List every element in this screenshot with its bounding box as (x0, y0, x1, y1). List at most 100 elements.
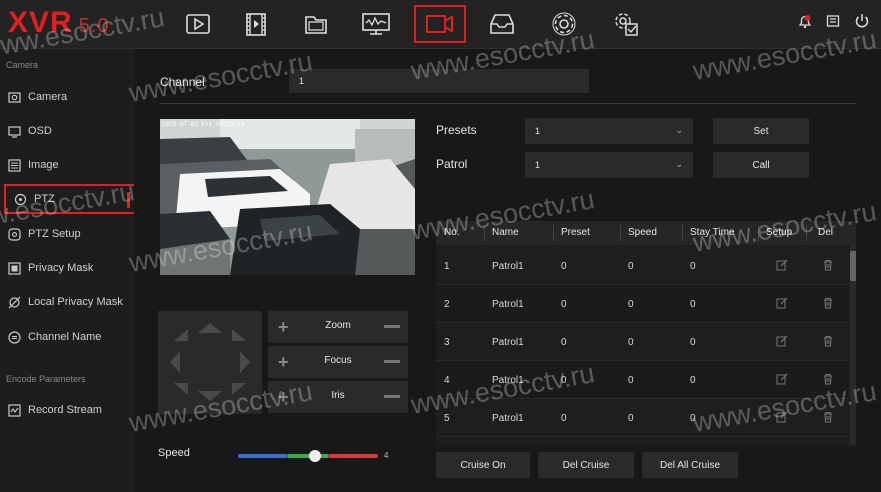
message-icon[interactable] (825, 13, 841, 34)
sidebar-item-label: OSD (28, 125, 52, 137)
table-row[interactable]: 2 Patrol1 0 0 0 (436, 285, 848, 323)
iris-close-button[interactable] (384, 395, 400, 398)
delete-icon[interactable] (822, 335, 834, 350)
focus-out-button[interactable] (384, 360, 400, 363)
column-separator (758, 225, 759, 241)
alarm-bell-icon[interactable] (797, 13, 813, 34)
call-button[interactable]: Call (713, 152, 809, 178)
system-icon[interactable] (604, 6, 648, 42)
cell-preset: 0 (561, 413, 567, 424)
sidebar-item-image[interactable]: Image (0, 150, 134, 180)
playback-icon[interactable] (176, 6, 220, 42)
column-separator (620, 225, 621, 241)
edit-icon[interactable] (776, 335, 788, 350)
table-scrollbar[interactable] (850, 245, 856, 445)
speed-slider-thumb[interactable] (309, 450, 321, 462)
presets-select-value: 1 (535, 126, 541, 136)
sidebar: Camera Camera OSD Image PTZ PTZ Setup Pr… (0, 49, 136, 492)
video-file-icon[interactable] (234, 6, 278, 42)
sidebar-item-camera[interactable]: Camera (0, 82, 134, 112)
focus-label: Focus (324, 355, 352, 366)
cell-speed: 0 (628, 261, 634, 272)
cell-name: Patrol1 (492, 413, 524, 424)
sidebar-item-label: PTZ (34, 193, 55, 205)
cell-no: 2 (444, 299, 450, 310)
cell-speed: 0 (628, 299, 634, 310)
network-icon[interactable] (354, 6, 398, 42)
focus-in-button[interactable]: + (278, 353, 289, 371)
sidebar-item-privacy-mask[interactable]: Privacy Mask (0, 253, 134, 283)
ptz-down-right-button (232, 383, 246, 395)
active-indicator (127, 192, 130, 208)
cell-stay-time: 0 (690, 299, 696, 310)
presets-select[interactable]: 1 ⌄ (525, 118, 693, 144)
zoom-label: Zoom (325, 320, 351, 331)
cell-stay-time: 0 (690, 337, 696, 348)
iris-open-button[interactable]: + (278, 388, 289, 406)
chevron-down-icon: ⌄ (675, 125, 683, 135)
cell-preset: 0 (561, 375, 567, 386)
settings-icon[interactable] (542, 6, 586, 42)
power-icon[interactable] (853, 12, 871, 35)
patrol-select-value: 1 (535, 160, 541, 170)
del-cruise-button[interactable]: Del Cruise (538, 452, 634, 478)
table-row[interactable]: 4 Patrol1 0 0 0 (436, 361, 848, 399)
folder-icon[interactable] (294, 6, 338, 42)
set-button[interactable]: Set (713, 118, 809, 144)
cell-speed: 0 (628, 413, 634, 424)
sidebar-item-record-stream[interactable]: Record Stream (0, 395, 134, 425)
sidebar-item-label: Record Stream (28, 404, 102, 416)
local-privacy-icon (7, 295, 21, 309)
zoom-out-button[interactable] (384, 325, 400, 328)
edit-icon[interactable] (776, 259, 788, 274)
sidebar-item-osd[interactable]: OSD (0, 116, 134, 146)
delete-icon[interactable] (822, 411, 834, 426)
scrollbar-thumb[interactable] (850, 251, 856, 281)
focus-control: + Focus (268, 346, 408, 378)
table-header: No. Name Preset Speed Stay Time Setup De… (436, 221, 856, 245)
delete-icon[interactable] (822, 259, 834, 274)
ptz-left-button (170, 351, 180, 373)
app-logo: XVR 5.0 (8, 6, 110, 39)
speed-slider[interactable] (238, 450, 378, 462)
sidebar-item-local-privacy-mask[interactable]: Local Privacy Mask (0, 287, 134, 317)
edit-icon[interactable] (776, 373, 788, 388)
cruise-on-button[interactable]: Cruise On (436, 452, 530, 478)
sidebar-item-ptz-setup[interactable]: PTZ Setup (0, 219, 134, 249)
column-header-name: Name (492, 227, 519, 238)
column-header-stay-time: Stay Time (690, 227, 735, 238)
delete-icon[interactable] (822, 373, 834, 388)
ptz-icon (13, 192, 27, 206)
column-header-del: Del (818, 227, 834, 238)
cell-preset: 0 (561, 299, 567, 310)
main-content: Channel 1 2020-07-03 Fri 05:13:18 Preset… (134, 49, 881, 492)
column-separator (484, 225, 485, 241)
patrol-select[interactable]: 1 ⌄ (525, 152, 693, 178)
record-stream-icon (7, 403, 21, 417)
edit-icon[interactable] (776, 297, 788, 312)
cell-name: Patrol1 (492, 375, 524, 386)
zoom-in-button[interactable]: + (278, 318, 289, 336)
image-icon (7, 158, 21, 172)
del-all-cruise-button[interactable]: Del All Cruise (642, 452, 738, 478)
delete-icon[interactable] (822, 297, 834, 312)
table-row[interactable]: 5 Patrol1 0 0 0 (436, 399, 848, 437)
storage-icon[interactable] (480, 6, 524, 42)
cell-preset: 0 (561, 337, 567, 348)
ptz-setup-icon (7, 227, 21, 241)
table-row[interactable]: 3 Patrol1 0 0 0 (436, 323, 848, 361)
column-header-preset: Preset (561, 227, 590, 238)
column-header-no: No. (444, 227, 460, 238)
sidebar-item-label: Privacy Mask (28, 262, 94, 274)
edit-icon[interactable] (776, 411, 788, 426)
sidebar-item-label: Channel Name (28, 331, 102, 343)
sidebar-item-label: Image (28, 159, 59, 171)
sidebar-item-channel-name[interactable]: Channel Name (0, 322, 134, 352)
table-row[interactable]: 1 Patrol1 0 0 0 (436, 247, 848, 285)
sidebar-item-ptz[interactable]: PTZ (4, 184, 136, 214)
cell-stay-time: 0 (690, 375, 696, 386)
camera-icon[interactable] (414, 5, 466, 43)
channel-name-icon (7, 330, 21, 344)
divider (160, 103, 856, 104)
channel-select[interactable]: 1 (289, 69, 589, 93)
